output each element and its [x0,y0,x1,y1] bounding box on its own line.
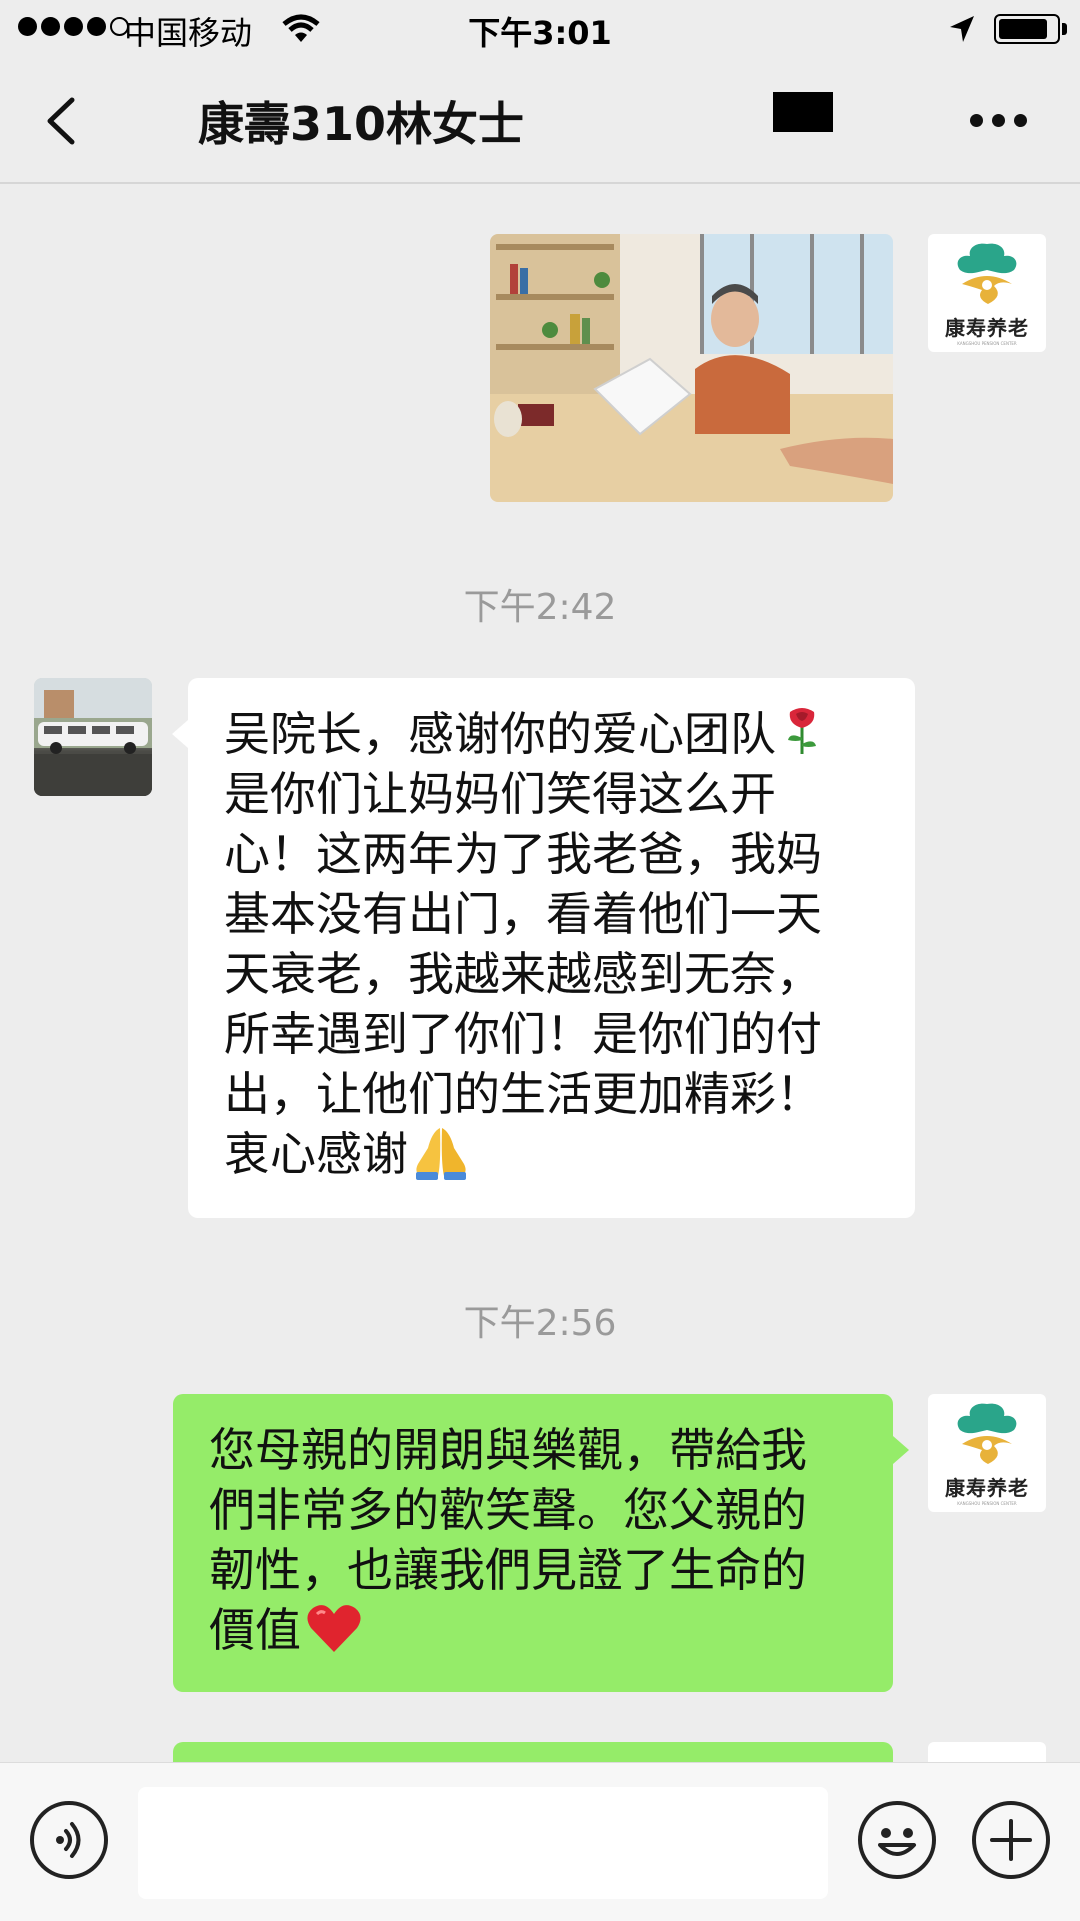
chat-screen: 中国移动 下午3:01 康壽310林女士 康寿养老 KANGSHOU PENSI… [0,0,1080,1921]
bubble-tail [893,1436,909,1464]
brand-avatar[interactable]: 康寿养老 KANGSHOU PENSION CENTER [928,234,1046,352]
message-line: 價值 [209,1600,857,1660]
status-time: 下午3:01 [468,14,612,52]
brand-subtitle: KANGSHOU PENSION CENTER [957,1501,1017,1506]
battery-icon [994,14,1060,44]
photo-message[interactable] [490,234,893,502]
brand-name: 康寿养老 [945,1476,1029,1500]
brand-name: 康寿养老 [945,316,1029,340]
contact-avatar[interactable] [34,678,152,796]
message-timestamp: 下午2:42 [463,587,617,628]
battery-tip [1062,23,1067,35]
plus-icon[interactable] [972,1801,1050,1879]
message-line: 是你们让妈妈们笑得这么开 [224,767,776,821]
more-dots-icon[interactable] [970,114,1027,127]
message-line: 所幸遇到了你们！是你们的付 [224,1007,822,1061]
message-line: 們非常多的歡笑聲。您父親的 [209,1483,807,1537]
battery-level [999,19,1047,39]
brand-subtitle: KANGSHOU PENSION CENTER [957,341,1017,346]
folded-hands-emoji-icon [416,1128,466,1180]
message-line: 心！这两年为了我老爸，我妈 [224,827,822,881]
red-heart-emoji-icon [307,1605,361,1652]
incoming-message-bubble[interactable]: 吴院长，感谢你的爱心团队 是你们让妈妈们笑得这么开 心！这两年为了我老爸，我妈 … [188,678,915,1218]
voice-icon[interactable] [30,1801,108,1879]
message-line: 吴院长，感谢你的爱心团队 [224,704,879,764]
message-line: 衷心感谢 [224,1124,879,1184]
redaction-block [773,92,833,132]
chat-header: 康壽310林女士 [0,58,1080,184]
photo-image [490,234,893,502]
chevron-left-icon[interactable] [42,96,82,146]
bubble-tail [172,720,188,748]
message-input[interactable] [138,1787,828,1899]
chat-title: 康壽310林女士 [198,97,525,151]
location-arrow-icon [950,16,974,42]
message-line: 天衰老，我越来越感到无奈， [224,947,822,1001]
status-bar: 中国移动 下午3:01 [0,0,1080,58]
contact-avatar-image [34,678,152,796]
brand-logo-icon [957,243,1017,304]
rose-emoji-icon [788,708,816,754]
outgoing-message-bubble[interactable]: 您母親的開朗與樂觀，帶給我 們非常多的歡笑聲。您父親的 韌性，也讓我們見證了生命… [173,1394,893,1692]
chat-input-bar [0,1762,1080,1921]
message-line: 出，让他们的生活更加精彩！ [224,1067,822,1121]
brand-avatar[interactable]: 康寿养老 KANGSHOU PENSION CENTER [928,1394,1046,1512]
smiley-icon[interactable] [858,1801,936,1879]
brand-logo-icon [957,1403,1017,1464]
message-timestamp: 下午2:56 [463,1303,617,1344]
message-line: 基本没有出门，看着他们一天 [224,887,822,941]
message-line: 韌性，也讓我們見證了生命的 [209,1543,807,1597]
message-line: 您母親的開朗與樂觀，帶給我 [209,1423,807,1477]
